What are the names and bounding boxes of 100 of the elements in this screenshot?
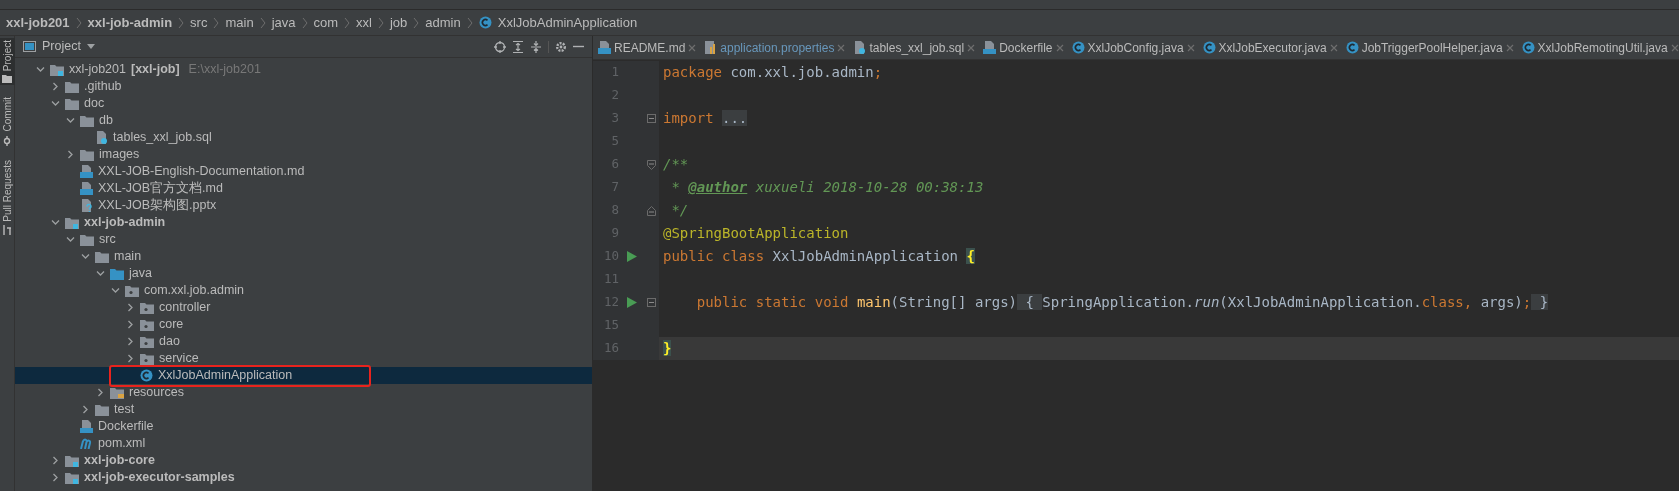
breadcrumb[interactable]: java — [271, 12, 296, 33]
folder-icon — [110, 386, 124, 399]
locate-icon[interactable] — [494, 40, 506, 53]
folder-icon — [95, 250, 109, 263]
tree-item[interactable]: core — [15, 316, 592, 333]
tree-item[interactable]: xxl-job-core — [15, 452, 592, 469]
run-icon[interactable] — [627, 297, 637, 308]
module-name: [xxl-job] — [131, 61, 180, 79]
close-icon[interactable] — [688, 43, 697, 52]
chevron-right-icon[interactable] — [65, 150, 75, 159]
tree-item[interactable]: java — [15, 265, 592, 282]
fold-icon[interactable] — [646, 205, 656, 216]
editor-tab[interactable]: README.md — [593, 36, 700, 59]
breadcrumb[interactable]: com — [313, 12, 339, 33]
close-icon[interactable] — [837, 43, 846, 52]
tree-item[interactable]: src — [15, 231, 592, 248]
tree-item[interactable]: pom.xml — [15, 435, 592, 452]
tree-item[interactable]: XXL-JOB架构图.pptx — [15, 197, 592, 214]
close-icon[interactable] — [967, 43, 976, 52]
tree-item[interactable]: service — [15, 350, 592, 367]
folder-icon — [65, 216, 79, 229]
editor-tab[interactable]: tables_xxl_job.sql — [848, 36, 979, 59]
editor-tab[interactable]: application.properties — [699, 36, 849, 59]
tree-item-label: resources — [129, 384, 184, 402]
editor-tab[interactable]: XxlJobExecutor.java — [1197, 36, 1341, 59]
fold-icon[interactable] — [646, 114, 656, 123]
tree-item-label: tables_xxl_job.sql — [113, 129, 212, 147]
expand-all-icon[interactable] — [512, 40, 524, 53]
breadcrumb[interactable]: job — [389, 12, 408, 33]
breadcrumb[interactable]: xxl-job-admin — [87, 12, 173, 33]
editor-tab[interactable]: XxlJobConfig.java — [1066, 36, 1198, 59]
close-icon[interactable] — [1505, 43, 1514, 52]
fold-icon[interactable] — [646, 298, 656, 307]
breadcrumb[interactable]: admin — [425, 12, 461, 33]
tree-item[interactable]: main — [15, 248, 592, 265]
editor-tab[interactable]: Dockerfile — [978, 36, 1067, 59]
tree-item[interactable]: xxl-job201 [xxl-job] E:\xxl-job201 — [15, 61, 592, 78]
code-line: public class XxlJobAdminApplication { — [663, 247, 975, 266]
tree-item[interactable]: controller — [15, 299, 592, 316]
close-icon[interactable] — [1186, 43, 1195, 52]
code-line: * @author xuxueli 2018-10-28 00:38:13 — [670, 178, 984, 197]
tree-item[interactable]: com.xxl.job.admin — [15, 282, 592, 299]
breadcrumb[interactable]: main — [225, 12, 254, 33]
close-icon[interactable] — [1329, 43, 1338, 52]
markdown-file-icon — [598, 41, 611, 54]
panel-title[interactable]: Project — [42, 37, 81, 56]
tree-item-label: xxl-job-admin — [84, 214, 166, 232]
class-icon — [1345, 41, 1359, 54]
folder-icon — [50, 63, 64, 76]
tree-item-label: XxlJobAdminApplication — [158, 367, 293, 385]
tree-item[interactable]: XXL-JOB-English-Documentation.md — [15, 163, 592, 180]
tree-item[interactable]: Dockerfile — [15, 418, 592, 435]
chevron-down-icon[interactable] — [35, 65, 45, 74]
maven-icon — [80, 438, 93, 449]
tree-item[interactable]: XXL-JOB官方文档.md — [15, 180, 592, 197]
panel-icon — [23, 41, 36, 52]
tree-item-label: service — [159, 350, 199, 368]
tool-window-tab[interactable]: Commit — [0, 95, 15, 148]
tree-item[interactable]: dao — [15, 333, 592, 350]
tree-item[interactable]: xxl-job-admin — [15, 214, 592, 231]
breadcrumb[interactable]: xxl — [356, 12, 372, 33]
tree-item[interactable]: db — [15, 112, 592, 129]
folder-icon — [80, 233, 94, 246]
folder-icon — [65, 97, 79, 110]
database-file-icon — [95, 131, 108, 144]
fold-icon[interactable] — [646, 159, 656, 170]
tree-item-label: images — [99, 146, 140, 164]
separator-icon — [413, 16, 420, 29]
tree-item-label: .github — [84, 78, 122, 96]
tree-item-label: com.xxl.job.admin — [144, 282, 245, 300]
folder-icon — [95, 403, 109, 416]
breadcrumb[interactable]: XxlJobAdminApplication — [497, 12, 638, 33]
separator-icon — [75, 16, 82, 29]
settings-file-icon — [704, 41, 718, 54]
tree-item[interactable]: images — [15, 146, 592, 163]
tool-window-tab[interactable]: Project — [0, 38, 15, 86]
tree-item[interactable]: .github — [15, 78, 592, 95]
tree-item-label: core — [159, 316, 184, 334]
tree-item[interactable]: xxl-job-executor-samples — [15, 469, 592, 486]
separator-icon — [301, 16, 308, 29]
editor-tab[interactable]: JobTriggerPoolHelper.java — [1340, 36, 1517, 59]
close-icon[interactable] — [1670, 43, 1679, 52]
editor-tab[interactable]: XxlJobRemotingUtil.java — [1516, 36, 1679, 59]
tree-item[interactable]: doc — [15, 95, 592, 112]
collapse-all-icon[interactable] — [530, 40, 542, 53]
dropdown-icon[interactable] — [86, 44, 95, 49]
folder-icon — [80, 148, 94, 161]
breadcrumb[interactable]: src — [190, 12, 208, 33]
close-icon[interactable] — [1055, 43, 1064, 52]
settings-icon[interactable] — [555, 40, 567, 53]
class-icon — [1071, 41, 1085, 54]
tree-item[interactable]: XxlJobAdminApplication — [15, 367, 592, 384]
tree-item[interactable]: test — [15, 401, 592, 418]
tree-item[interactable]: tables_xxl_job.sql — [15, 129, 592, 146]
breadcrumb[interactable]: xxl-job201 — [6, 12, 70, 33]
tree-item[interactable]: resources — [15, 384, 592, 401]
chevron-right-icon[interactable] — [50, 82, 60, 91]
run-icon[interactable] — [627, 251, 637, 262]
tool-window-tab[interactable]: Pull Requests — [0, 157, 15, 238]
tree-item-label: controller — [159, 299, 211, 317]
